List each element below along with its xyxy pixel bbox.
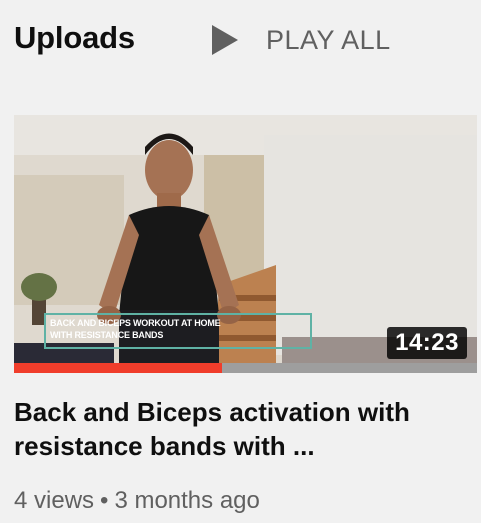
play-all-button[interactable]: PLAY ALL — [212, 20, 391, 60]
section-header: Uploads PLAY ALL — [0, 0, 481, 80]
thumbnail-overlay-text: BACK AND BICEPS WORKOUT AT HOME WITH RES… — [44, 313, 312, 349]
duration-badge: 14:23 — [387, 327, 467, 359]
overlay-line-2: WITH RESISTANCE BANDS — [50, 330, 164, 340]
view-count: 4 views — [14, 487, 95, 514]
video-metadata: 4 views • 3 months ago — [14, 487, 260, 515]
watch-progress-bar — [14, 363, 477, 373]
meta-separator: • — [100, 487, 109, 514]
overlay-line-1: BACK AND BICEPS WORKOUT AT HOME — [50, 318, 221, 328]
play-all-label: PLAY ALL — [266, 24, 391, 55]
play-icon — [212, 25, 238, 55]
upload-age: 3 months ago — [114, 487, 260, 514]
video-thumbnail[interactable]: BACK AND BICEPS WORKOUT AT HOME WITH RES… — [14, 115, 477, 373]
video-title[interactable]: Back and Biceps activation with resistan… — [14, 395, 477, 463]
watch-progress-fill — [14, 363, 223, 373]
section-title: Uploads — [14, 20, 135, 55]
video-card[interactable]: BACK AND BICEPS WORKOUT AT HOME WITH RES… — [14, 115, 477, 523]
